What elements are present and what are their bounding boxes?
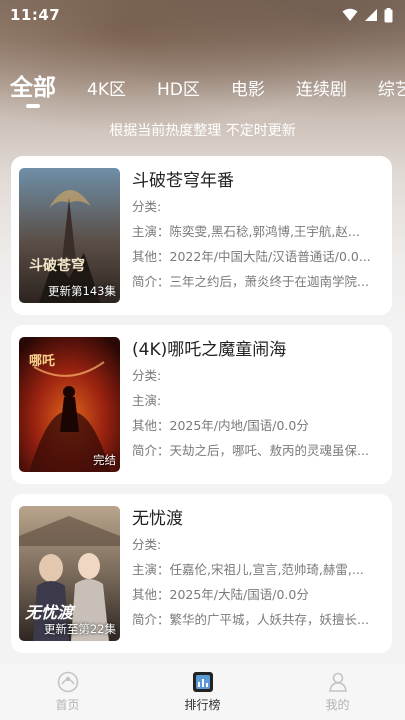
active-tab-indicator xyxy=(26,104,40,108)
battery-icon xyxy=(384,7,393,22)
wifi-icon xyxy=(342,8,358,21)
item-other: 其他：2025年/大陆/国语/0.0分 xyxy=(132,587,309,602)
tab-all[interactable]: 全部 xyxy=(10,68,56,108)
tab-series[interactable]: 连续剧 xyxy=(296,75,347,108)
item-info: 斗破苍穹年番 分类: 主演：陈奕雯,黑石稔,郭鸿博,王宇航,赵... 其他：20… xyxy=(132,168,386,294)
list-item[interactable]: 无忧渡 更新至第22集 无忧渡 分类: 主演：任嘉伦,宋祖儿,宣言,范帅琦,赫雷… xyxy=(11,494,392,653)
nav-label: 首页 xyxy=(55,698,80,712)
item-title: 无忧渡 xyxy=(132,509,183,529)
tab-label: 连续剧 xyxy=(295,80,347,100)
item-title: 斗破苍穹年番 xyxy=(132,171,234,191)
list-item[interactable]: 哪吒 完结 (4K)哪吒之魔童闹海 分类: 主演: 其他：2025年/内地/国语… xyxy=(11,325,392,484)
tab-hd[interactable]: HD区 xyxy=(157,75,200,108)
item-summary: 简介：三年之约后，萧炎终于在迦南学院... xyxy=(132,274,369,289)
item-info: 无忧渡 分类: 主演：任嘉伦,宋祖儿,宣言,范帅琦,赫雷,... 其他：2025… xyxy=(132,506,386,632)
nav-ranking[interactable]: 排行榜 xyxy=(153,670,253,713)
poster-image[interactable]: 无忧渡 更新至第22集 xyxy=(19,506,120,641)
poster-image[interactable]: 哪吒 完结 xyxy=(19,337,120,472)
tab-4k[interactable]: 4K区 xyxy=(87,75,126,108)
item-info: (4K)哪吒之魔童闹海 分类: 主演: 其他：2025年/内地/国语/0.0分 … xyxy=(132,337,386,463)
tab-movies[interactable]: 电影 xyxy=(231,75,265,108)
item-cast: 主演：陈奕雯,黑石稔,郭鸿博,王宇航,赵... xyxy=(132,224,360,239)
list-item[interactable]: 斗破苍穹 更新第143集 斗破苍穹年番 分类: 主演：陈奕雯,黑石稔,郭鸿博,王… xyxy=(11,156,392,315)
tab-label: HD区 xyxy=(156,80,200,100)
poster-logo: 斗破苍穹 xyxy=(29,257,85,274)
status-time: 11:47 xyxy=(10,6,61,24)
episode-badge: 更新第143集 xyxy=(48,284,116,298)
status-bar: 11:47 xyxy=(0,0,405,30)
episode-badge: 更新至第22集 xyxy=(43,622,116,636)
item-cast: 主演: xyxy=(132,393,162,408)
item-category: 分类: xyxy=(132,537,162,552)
profile-icon xyxy=(326,670,350,694)
poster-logo: 哪吒 xyxy=(29,353,55,369)
home-icon xyxy=(56,670,80,694)
episode-badge: 完结 xyxy=(93,453,116,467)
item-summary: 简介：繁华的广平城，人妖共存，妖擅长... xyxy=(132,612,369,627)
nav-label: 我的 xyxy=(325,698,350,712)
item-summary: 简介：天劫之后，哪吒、敖丙的灵魂虽保... xyxy=(132,443,369,458)
tab-variety[interactable]: 综艺 xyxy=(378,75,405,108)
poster-image[interactable]: 斗破苍穹 更新第143集 xyxy=(19,168,120,303)
ranking-notice: 根据当前热度整理 不定时更新 xyxy=(109,123,296,139)
tab-label: 电影 xyxy=(230,80,265,100)
item-title: (4K)哪吒之魔童闹海 xyxy=(132,340,287,360)
tab-label: 全部 xyxy=(10,75,56,101)
ranking-icon xyxy=(191,670,215,694)
tab-label: 4K区 xyxy=(87,80,126,100)
item-category: 分类: xyxy=(132,199,162,214)
nav-label: 排行榜 xyxy=(184,698,221,712)
item-other: 其他：2025年/内地/国语/0.0分 xyxy=(132,418,309,433)
nav-profile[interactable]: 我的 xyxy=(288,670,388,713)
signal-icon xyxy=(365,9,377,21)
item-cast: 主演：任嘉伦,宋祖儿,宣言,范帅琦,赫雷,... xyxy=(132,562,364,577)
poster-logo: 无忧渡 xyxy=(24,603,76,622)
category-tabs: 全部 4K区 HD区 电影 连续剧 综艺 xyxy=(0,62,405,108)
item-other: 其他：2022年/中国大陆/汉语普通话/0.0... xyxy=(132,249,371,264)
item-category: 分类: xyxy=(132,368,162,383)
bottom-navigation: 首页 排行榜 我的 xyxy=(0,664,405,720)
tab-label: 综艺 xyxy=(377,80,405,100)
system-icons xyxy=(342,7,393,23)
nav-home[interactable]: 首页 xyxy=(18,670,118,713)
